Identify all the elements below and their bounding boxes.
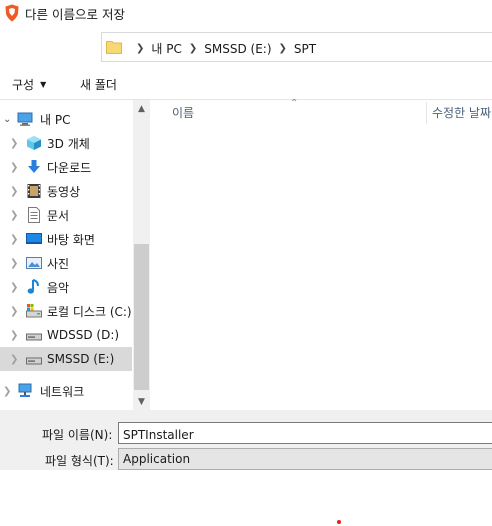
nav-item-label: 사진 (47, 256, 70, 271)
chevron-right-icon[interactable]: ❯ (10, 234, 18, 245)
local-disk-icon (26, 304, 42, 318)
nav-item-this-pc[interactable]: ⌄ 내 PC (0, 107, 132, 131)
scrollbar-thumb[interactable] (134, 244, 149, 390)
nav-item-label: 바탕 화면 (47, 232, 95, 247)
breadcrumb-this-pc[interactable]: 내 PC (151, 40, 181, 57)
sort-ascending-icon: ⌃ (290, 98, 299, 109)
chevron-right-icon[interactable]: ❯ (10, 306, 18, 317)
breadcrumb-smssd[interactable]: SMSSD (E:) (204, 42, 271, 56)
3d-objects-icon (27, 136, 41, 150)
music-icon (27, 279, 39, 294)
filename-input[interactable] (118, 422, 492, 444)
nav-item-label: 음악 (47, 280, 70, 295)
breadcrumb-spt[interactable]: SPT (294, 42, 316, 56)
chevron-right-icon[interactable]: ❯ (3, 386, 11, 397)
address-bar[interactable]: ❯ 내 PC ❯ SMSSD (E:) ❯ SPT (101, 32, 492, 62)
nav-item-videos[interactable]: ❯ 동영상 (0, 179, 132, 203)
nav-item-label: 3D 개체 (47, 136, 90, 151)
nav-item-local-disk-c[interactable]: ❯ 로컬 디스크 (C:) (0, 299, 132, 323)
folder-icon (106, 41, 122, 54)
nav-item-label: 문서 (47, 208, 70, 223)
video-icon (27, 184, 41, 198)
nav-pane-scrollbar[interactable]: ▲ ▼ (133, 100, 150, 410)
file-list-pane: ⌃ 이름 수정한 날짜 (150, 98, 492, 410)
breadcrumb-separator-icon[interactable]: ❯ (279, 43, 287, 54)
chevron-right-icon[interactable]: ❯ (10, 138, 18, 149)
nav-item-label: SMSSD (E:) (47, 352, 115, 366)
column-header-name[interactable]: 이름 (172, 104, 194, 121)
nav-item-label: 로컬 디스크 (C:) (47, 304, 132, 319)
nav-item-desktop[interactable]: ❯ 바탕 화면 (0, 227, 132, 251)
chevron-right-icon[interactable]: ❯ (10, 354, 18, 365)
computer-icon (17, 112, 33, 126)
chevron-right-icon[interactable]: ❯ (10, 282, 18, 293)
nav-item-music[interactable]: ❯ 음악 (0, 275, 132, 299)
filetype-select[interactable]: Application (118, 448, 492, 470)
nav-item-pictures[interactable]: ❯ 사진 (0, 251, 132, 275)
window-title: 다른 이름으로 저장 (25, 7, 125, 22)
title-bar: 다른 이름으로 저장 (0, 0, 492, 30)
cursor-dot (337, 520, 341, 524)
filetype-label: 파일 형식(T): (45, 454, 114, 468)
nav-item-label: WDSSD (D:) (47, 328, 120, 342)
nav-item-downloads[interactable]: ❯ 다운로드 (0, 155, 132, 179)
desktop-icon (26, 233, 42, 244)
network-icon (18, 383, 32, 397)
chevron-right-icon[interactable]: ❯ (10, 186, 18, 197)
save-form: 파일 이름(N): 파일 형식(T): Application (0, 410, 492, 470)
caret-down-icon: ▼ (40, 80, 47, 89)
nav-item-smssd-e[interactable]: ❯ SMSSD (E:) (0, 347, 132, 371)
organize-label: 구성 (12, 78, 35, 92)
organize-button[interactable]: 구성 ▼ (12, 76, 46, 93)
scroll-down-icon[interactable]: ▼ (133, 393, 150, 410)
breadcrumb: ❯ 내 PC ❯ SMSSD (E:) ❯ SPT (129, 40, 316, 57)
column-header-modified[interactable]: 수정한 날짜 (432, 104, 491, 121)
document-icon (28, 207, 40, 223)
nav-item-label: 네트워크 (40, 384, 85, 399)
download-icon (28, 160, 40, 173)
chevron-right-icon[interactable]: ❯ (10, 330, 18, 341)
scroll-up-icon[interactable]: ▲ (133, 100, 150, 117)
brave-shield-icon (5, 4, 19, 22)
nav-item-label: 내 PC (40, 112, 71, 127)
command-bar: 구성 ▼ 새 폴더 (0, 66, 492, 100)
expand-chevron-icon[interactable]: ⌄ (3, 114, 11, 125)
filename-label: 파일 이름(N): (42, 428, 113, 442)
nav-item-wdssd-d[interactable]: ❯ WDSSD (D:) (0, 323, 132, 347)
nav-item-documents[interactable]: ❯ 문서 (0, 203, 132, 227)
filetype-selected-value: Application (123, 452, 191, 466)
column-divider[interactable] (426, 102, 427, 124)
new-folder-button[interactable]: 새 폴더 (80, 76, 117, 93)
chevron-right-icon[interactable]: ❯ (10, 258, 18, 269)
drive-icon (26, 357, 42, 365)
chevron-right-icon[interactable]: ❯ (10, 210, 18, 221)
nav-item-network[interactable]: ❯ 네트워크 (0, 379, 132, 403)
new-folder-label: 새 폴더 (80, 78, 117, 92)
pictures-icon (26, 257, 42, 269)
drive-icon (26, 333, 42, 341)
breadcrumb-separator-icon[interactable]: ❯ (136, 43, 144, 54)
nav-item-label: 다운로드 (47, 160, 92, 175)
chevron-right-icon[interactable]: ❯ (10, 162, 18, 173)
navigation-pane: ⌄ 내 PC ❯ 3D 개체 ❯ 다운로드 ❯ 동영상 ❯ 문서 ❯ 바탕 화면… (0, 100, 150, 410)
nav-item-3d-objects[interactable]: ❯ 3D 개체 (0, 131, 132, 155)
nav-item-label: 동영상 (47, 184, 81, 199)
breadcrumb-separator-icon[interactable]: ❯ (189, 43, 197, 54)
